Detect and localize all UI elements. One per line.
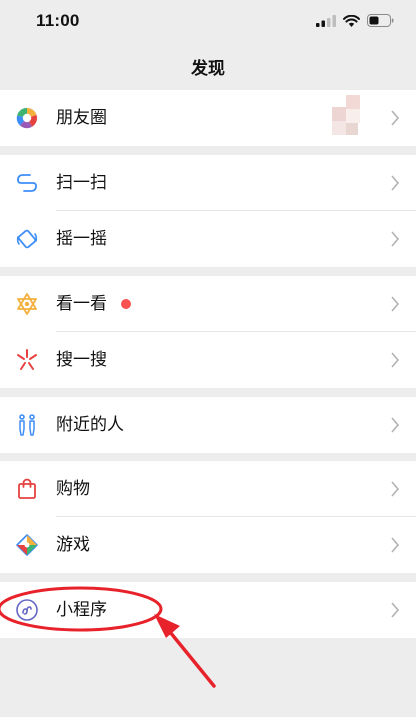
menu-item-moments[interactable]: 朋友圈: [0, 90, 416, 146]
shopping-bag-icon: [15, 477, 39, 501]
mini-programs-icon: [15, 598, 39, 622]
menu-item-shopping[interactable]: 购物: [0, 461, 416, 517]
shake-icon: [15, 227, 39, 251]
menu-label: 购物: [56, 479, 90, 499]
menu-label: 游戏: [56, 535, 90, 555]
chevron-right-icon: [391, 352, 400, 368]
people-nearby-icon: [15, 413, 39, 437]
menu-label: 搜一搜: [56, 350, 107, 370]
menu-label: 附近的人: [56, 415, 124, 435]
menu-item-games[interactable]: 游戏: [0, 517, 416, 573]
chevron-right-icon: [391, 175, 400, 191]
group-shop-games: 购物 游戏: [0, 461, 416, 573]
group-nearby: 附近的人: [0, 397, 416, 453]
chevron-right-icon: [391, 602, 400, 618]
signal-icon: [316, 14, 336, 27]
status-icons: [316, 14, 394, 27]
menu-label: 小程序: [56, 600, 107, 620]
wifi-icon: [343, 14, 360, 27]
nav-bar: 发现: [0, 44, 416, 88]
menu-label: 朋友圈: [56, 108, 107, 128]
page-title: 发现: [191, 58, 225, 79]
menu-item-search[interactable]: 搜一搜: [0, 332, 416, 388]
scan-icon: [15, 171, 39, 195]
annotation-arrow-shaft: [168, 630, 216, 688]
menu-item-mini-programs[interactable]: 小程序: [0, 582, 416, 638]
menu-label: 摇一摇: [56, 229, 107, 249]
moments-icon: [15, 106, 39, 130]
group-moments: 朋友圈: [0, 90, 416, 146]
status-time: 11:00: [36, 11, 80, 30]
group-scan-shake: 扫一扫 摇一摇: [0, 155, 416, 267]
group-stories-search: 看一看 搜一搜: [0, 276, 416, 388]
chevron-right-icon: [391, 296, 400, 312]
group-mini-programs: 小程序: [0, 582, 416, 638]
menu-label: 看一看: [56, 294, 107, 314]
menu-item-scan[interactable]: 扫一扫: [0, 155, 416, 211]
top-stories-icon: [15, 292, 39, 316]
menu-item-top-stories[interactable]: 看一看: [0, 276, 416, 332]
battery-icon: [367, 14, 394, 27]
chevron-right-icon: [391, 537, 400, 553]
menu-item-shake[interactable]: 摇一摇: [0, 211, 416, 267]
chevron-right-icon: [391, 417, 400, 433]
search-icon: [15, 348, 39, 372]
chevron-right-icon: [391, 110, 400, 126]
menu-item-people-nearby[interactable]: 附近的人: [0, 397, 416, 453]
chevron-right-icon: [391, 231, 400, 247]
games-icon: [15, 533, 39, 557]
status-bar: 11:00: [0, 0, 416, 44]
chevron-right-icon: [391, 481, 400, 497]
menu-label: 扫一扫: [56, 173, 107, 193]
moments-thumbnail-icon: [332, 95, 360, 135]
notification-badge: [121, 299, 131, 309]
